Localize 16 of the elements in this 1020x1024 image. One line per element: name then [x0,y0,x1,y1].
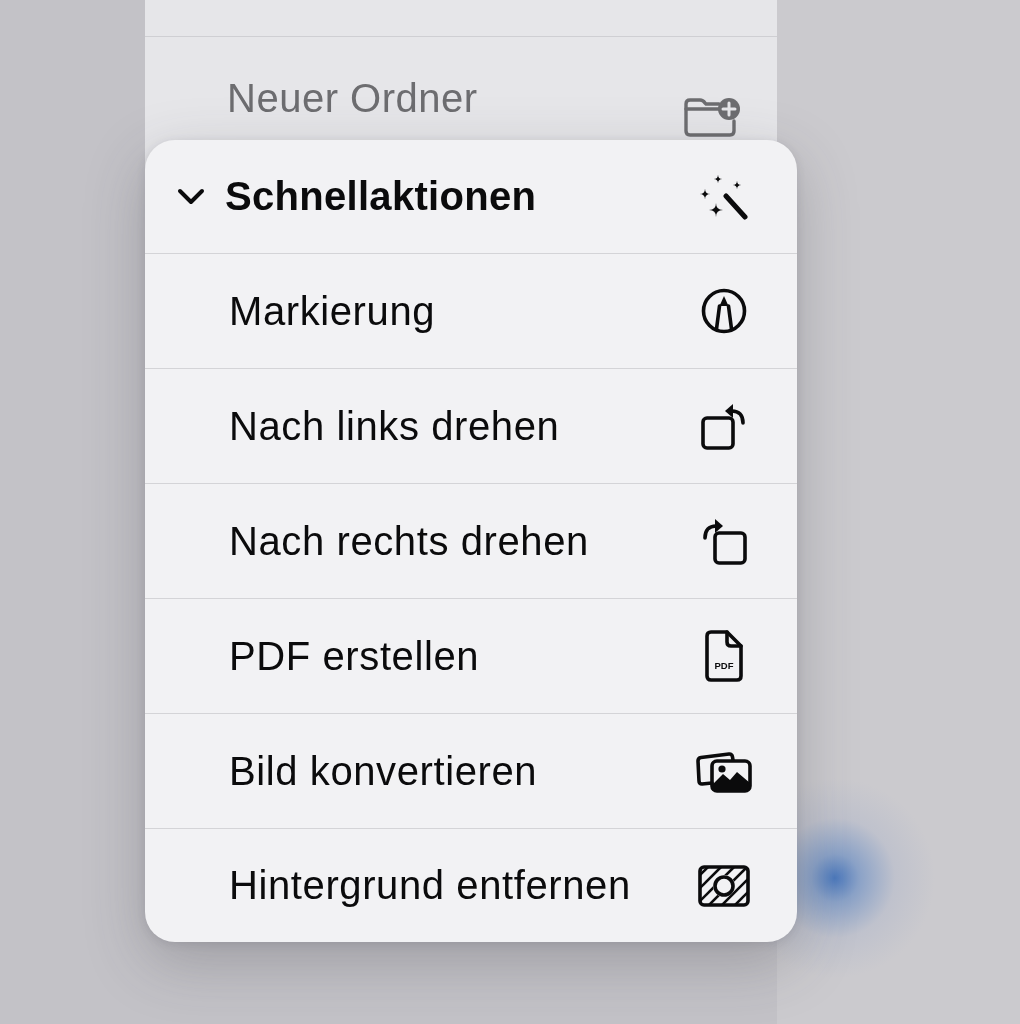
menu-item[interactable]: Bild konvertieren [145,714,797,829]
folder-plus-icon [683,97,741,137]
rotate-right-icon [701,517,747,565]
menu-item-label: Neuer Ordner [227,75,478,121]
cutout-frame-icon [698,864,750,907]
menu-item[interactable]: PDF erstellen PDF [145,599,797,714]
pdf-document-icon: PDF [705,630,743,682]
rotate-left-icon [701,402,747,450]
menu-item[interactable]: Hintergrund entfernen [145,829,797,942]
pen-circle-icon [701,288,747,334]
stacked-photos-icon [696,749,752,793]
menu-item[interactable]: Nach rechts drehen [145,484,797,599]
menu-item[interactable]: Nach links drehen [145,369,797,484]
quick-actions-header[interactable]: Schnellaktionen [145,140,797,254]
section-title: Schnellaktionen [225,174,538,219]
menu-item[interactable]: Markierung [145,254,797,369]
